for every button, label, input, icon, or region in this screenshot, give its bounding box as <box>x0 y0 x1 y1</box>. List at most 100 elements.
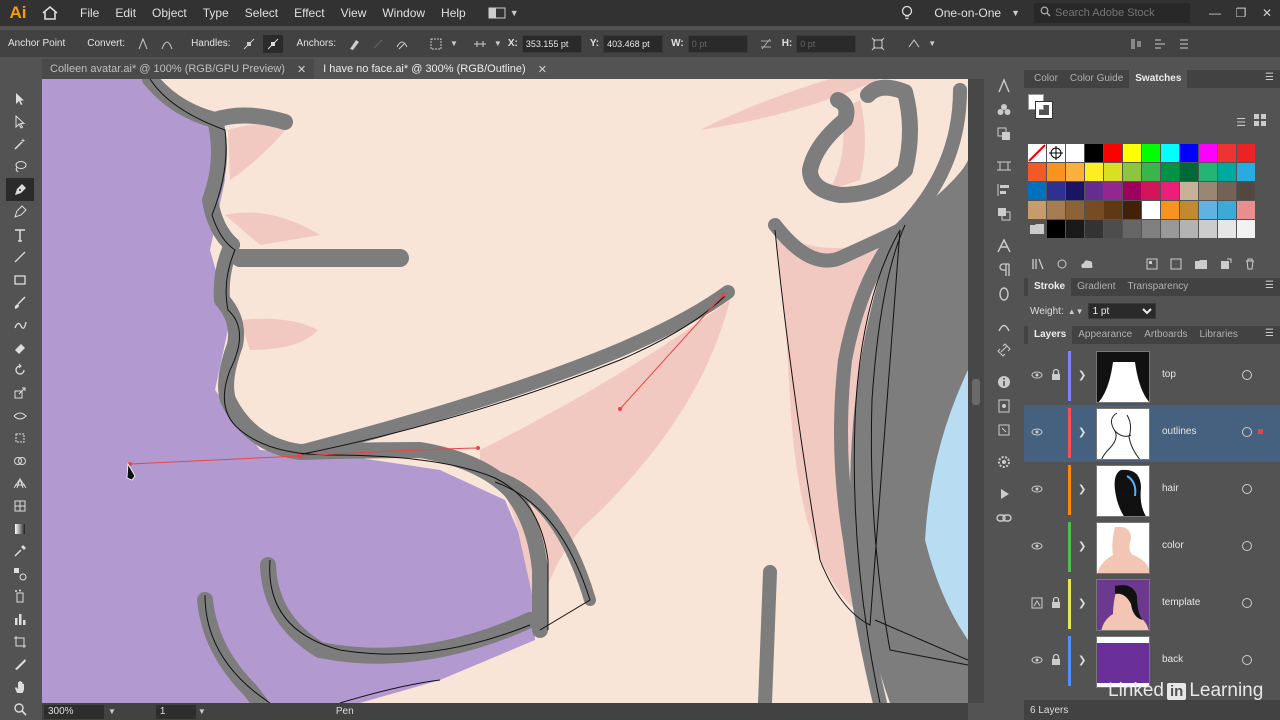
swatch[interactable] <box>1218 201 1236 219</box>
menu-window[interactable]: Window <box>374 0 433 26</box>
swatch[interactable] <box>1104 182 1122 200</box>
swatch[interactable] <box>1085 163 1103 181</box>
selection-indicator[interactable] <box>1258 429 1263 434</box>
perspective-grid-tool-icon[interactable] <box>6 472 34 495</box>
transform-icon[interactable] <box>868 35 888 53</box>
pathfinder-icon[interactable] <box>990 202 1018 226</box>
search-input[interactable] <box>1055 7 1185 19</box>
arrange-objects-icon[interactable] <box>1150 35 1170 53</box>
swatch[interactable] <box>1123 163 1141 181</box>
chevron-right-icon[interactable]: ❯ <box>1078 541 1086 552</box>
menu-file[interactable]: File <box>72 0 107 26</box>
character-icon[interactable] <box>990 234 1018 258</box>
lightbulb-icon[interactable] <box>900 5 914 21</box>
swatch[interactable] <box>1028 144 1046 162</box>
shaper-tool-icon[interactable] <box>6 314 34 337</box>
tab-gradient[interactable]: Gradient <box>1071 278 1121 296</box>
chevron-right-icon[interactable]: ❯ <box>1078 370 1086 381</box>
swatch[interactable] <box>1047 220 1065 238</box>
chain-link-icon[interactable] <box>990 506 1018 530</box>
type-tool-icon[interactable] <box>6 224 34 247</box>
chevron-right-icon[interactable]: ❯ <box>1078 655 1086 666</box>
convert-smooth-icon[interactable] <box>157 35 177 53</box>
convert-corner-icon[interactable] <box>133 35 153 53</box>
menu-effect[interactable]: Effect <box>286 0 332 26</box>
h-input[interactable] <box>796 34 857 53</box>
swatch[interactable] <box>1199 144 1217 162</box>
menu-select[interactable]: Select <box>237 0 286 26</box>
constrain-link-icon[interactable] <box>756 35 776 53</box>
eyedropper-tool-icon[interactable] <box>6 540 34 563</box>
swatch[interactable] <box>1066 144 1084 162</box>
transform-panel-icon[interactable] <box>990 154 1018 178</box>
artboard-tool-icon[interactable] <box>6 630 34 653</box>
swatch[interactable] <box>1199 182 1217 200</box>
curvature-tool-icon[interactable] <box>6 201 34 224</box>
swatch[interactable] <box>1085 182 1103 200</box>
swatch[interactable] <box>1180 163 1198 181</box>
layer-name[interactable]: top <box>1162 369 1176 380</box>
menu-type[interactable]: Type <box>195 0 237 26</box>
swatch[interactable] <box>1123 182 1141 200</box>
swatch[interactable] <box>1028 182 1046 200</box>
slice-tool-icon[interactable] <box>6 653 34 676</box>
swatch[interactable] <box>1237 144 1255 162</box>
swatch[interactable] <box>1218 163 1236 181</box>
swatch[interactable] <box>1085 201 1103 219</box>
tab-layers[interactable]: Layers <box>1028 326 1073 344</box>
restore-button[interactable]: ❐ <box>1228 0 1254 26</box>
swatch[interactable] <box>1085 144 1103 162</box>
target-circle-icon[interactable] <box>1242 598 1252 608</box>
actions-play-icon[interactable] <box>990 482 1018 506</box>
layer-name[interactable]: outlines <box>1162 426 1196 437</box>
blend-tool-icon[interactable] <box>6 562 34 585</box>
mesh-tool-icon[interactable] <box>6 495 34 518</box>
new-swatch-icon[interactable] <box>1220 258 1232 273</box>
paintbrush-tool-icon[interactable] <box>6 291 34 314</box>
swatch[interactable] <box>1142 144 1160 162</box>
list-view-icon[interactable]: ☰ <box>1236 116 1246 129</box>
layer-row-hair[interactable]: ❯ hair <box>1024 462 1280 519</box>
tab-swatches[interactable]: Swatches <box>1129 70 1188 88</box>
minimize-button[interactable]: — <box>1202 0 1228 26</box>
tab-appearance[interactable]: Appearance <box>1072 326 1138 344</box>
layer-row-outlines[interactable]: ❯ outlines <box>1024 405 1280 462</box>
swatch[interactable] <box>1028 163 1046 181</box>
stroke-swatch[interactable] <box>1035 101 1053 119</box>
show-handles-icon[interactable] <box>239 35 259 53</box>
swatch[interactable] <box>1085 220 1103 238</box>
asset-settings-icon[interactable] <box>990 450 1018 474</box>
tab-artboards[interactable]: Artboards <box>1138 326 1193 344</box>
align-panel-icon[interactable] <box>990 178 1018 202</box>
lock-icon[interactable] <box>1050 596 1062 610</box>
swatch[interactable] <box>1237 163 1255 181</box>
swatch[interactable] <box>1161 144 1179 162</box>
chevron-down-icon[interactable]: ▼ <box>450 39 458 48</box>
swatch[interactable] <box>1142 220 1160 238</box>
menu-view[interactable]: View <box>333 0 375 26</box>
hide-handles-icon[interactable] <box>262 34 283 53</box>
visibility-eye-icon[interactable] <box>1030 539 1044 553</box>
info-icon[interactable] <box>990 370 1018 394</box>
swatch[interactable] <box>1180 182 1198 200</box>
swatch[interactable] <box>1218 144 1236 162</box>
tab-color[interactable]: Color <box>1028 70 1064 88</box>
distribute-icon[interactable] <box>1126 35 1146 53</box>
swatch[interactable] <box>1199 220 1217 238</box>
visibility-eye-icon[interactable] <box>1030 653 1044 667</box>
tab-stroke[interactable]: Stroke <box>1028 278 1072 296</box>
swatch[interactable] <box>1218 220 1236 238</box>
swatch[interactable] <box>1066 201 1084 219</box>
connect-anchor-icon[interactable] <box>368 35 388 53</box>
swatch[interactable] <box>1199 201 1217 219</box>
menu-edit[interactable]: Edit <box>107 0 144 26</box>
paragraph-icon[interactable] <box>990 258 1018 282</box>
x-input[interactable] <box>521 34 582 53</box>
export-icon[interactable] <box>990 418 1018 442</box>
stroke-weight-select[interactable]: 1 pt <box>1087 303 1156 319</box>
menu-object[interactable]: Object <box>144 0 195 26</box>
visibility-eye-icon[interactable] <box>1030 482 1044 496</box>
swatch[interactable] <box>1066 163 1084 181</box>
chevron-down-icon[interactable]: ▼ <box>928 39 936 48</box>
visibility-eye-icon[interactable] <box>1030 368 1044 382</box>
